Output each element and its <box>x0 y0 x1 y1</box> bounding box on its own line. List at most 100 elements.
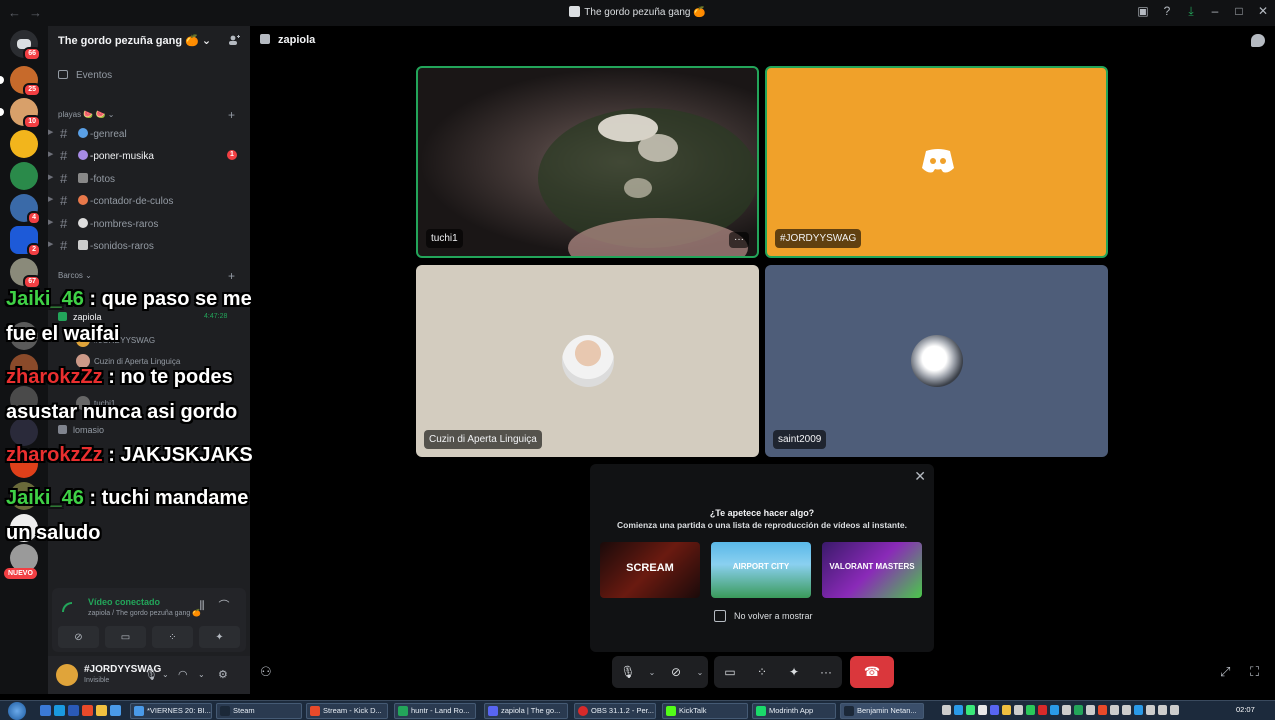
download-icon[interactable]: ⤓ <box>1185 4 1197 18</box>
activities-button[interactable]: ⁘ <box>152 626 193 648</box>
disconnect-icon[interactable]: ⌒ <box>218 600 230 612</box>
clock[interactable]: 02:07 <box>1236 705 1255 714</box>
pinned-app-icon[interactable] <box>96 705 107 716</box>
tray-icon[interactable] <box>1038 705 1047 715</box>
chevron-down-icon[interactable]: ⌄ <box>198 670 205 679</box>
server-icon[interactable]: 67 <box>10 258 41 289</box>
tray-icon[interactable] <box>1050 705 1059 715</box>
server-icon[interactable]: 2 <box>10 226 41 257</box>
invite-icon[interactable] <box>228 34 240 46</box>
tray-icon[interactable] <box>1026 705 1035 715</box>
tray-icon[interactable] <box>1098 705 1107 715</box>
channel-genreal[interactable]: ▶ # -genreal <box>48 123 250 143</box>
tray-icon[interactable] <box>1146 705 1155 715</box>
more-options-button[interactable]: ··· <box>810 656 842 688</box>
server-icon[interactable] <box>10 130 38 158</box>
minimize-button[interactable]: – <box>1209 4 1221 18</box>
noise-suppression-icon[interactable]: ⫼ <box>196 600 208 612</box>
pinned-app-icon[interactable] <box>110 705 121 716</box>
add-channel-icon[interactable]: + <box>228 269 235 283</box>
tray-icon[interactable] <box>1062 705 1071 715</box>
headphones-icon[interactable]: ◠ <box>178 668 188 681</box>
pinned-app-icon[interactable] <box>54 705 65 716</box>
server-icon[interactable]: 25 <box>0 66 41 97</box>
tray-icon[interactable] <box>1122 705 1131 715</box>
tray-icon[interactable] <box>1110 705 1119 715</box>
game-card-scream[interactable]: SCREAM <box>600 542 700 598</box>
voice-channel-lomasio[interactable]: lomasio <box>58 425 104 435</box>
activities-button[interactable]: ⁘ <box>746 656 778 688</box>
soundboard-button[interactable]: ✦ <box>778 656 810 688</box>
channel-sonidos-raros[interactable]: ▶ # -sonidos-raros <box>48 235 250 255</box>
taskbar-app[interactable]: zapiola | The go... <box>484 703 568 719</box>
microphone-icon[interactable]: 🎙 <box>144 668 158 681</box>
fullscreen-icon[interactable]: ⛶ <box>1250 664 1259 680</box>
tray-icon[interactable] <box>1002 705 1011 715</box>
tray-icon[interactable] <box>954 705 963 715</box>
category-header[interactable]: playas 🍉 🍉 ⌄ + <box>58 108 235 122</box>
chevron-down-icon[interactable]: ⌄ <box>162 670 169 679</box>
chevron-down-icon[interactable]: ⌄ <box>692 656 708 688</box>
disconnect-button[interactable]: ☎ <box>850 656 894 688</box>
network-icon[interactable] <box>1170 705 1179 715</box>
taskbar-app[interactable]: OBS 31.1.2 - Per... <box>574 703 656 719</box>
close-button[interactable]: ✕ <box>1257 4 1269 18</box>
avatar[interactable] <box>56 664 78 686</box>
help-icon[interactable]: ? <box>1161 4 1173 18</box>
voice-status[interactable]: Vídeo conectado <box>88 597 160 607</box>
signal-icon[interactable] <box>62 602 72 612</box>
screen-share-button[interactable]: ▭ <box>714 656 746 688</box>
soundboard-button[interactable]: ✦ <box>199 626 240 648</box>
new-badge[interactable]: NUEVO <box>4 568 37 579</box>
category-header[interactable]: Barcos ⌄ + <box>58 269 235 283</box>
guild-header[interactable]: The gordo pezuña gang 🍊 ⌄ <box>48 26 250 54</box>
tray-icon[interactable] <box>966 705 975 715</box>
taskbar-app[interactable]: *VIERNES 20: BI... <box>130 703 212 719</box>
game-card-airport-city[interactable]: AIRPORT CITY <box>711 542 811 598</box>
tray-icon[interactable] <box>1014 705 1023 715</box>
tray-icon[interactable] <box>1074 705 1083 715</box>
taskbar-app[interactable]: huntr - Land Ro... <box>394 703 476 719</box>
camera-off-button[interactable]: ⊘ <box>660 656 692 688</box>
tray-icon[interactable] <box>990 705 999 715</box>
chevron-down-icon[interactable]: ⌄ <box>644 656 660 688</box>
microphone-button[interactable]: 🎙 <box>612 656 644 688</box>
direct-messages-button[interactable]: 66 <box>10 30 41 61</box>
volume-icon[interactable] <box>1158 705 1167 715</box>
add-channel-icon[interactable]: + <box>228 108 235 122</box>
events-link[interactable]: Eventos <box>58 70 112 81</box>
invite-icon[interactable]: ⚇ <box>260 664 272 680</box>
server-icon[interactable]: 4 <box>10 194 41 225</box>
channel-contador-de-culos[interactable]: ▶ # -contador-de-culos <box>48 190 250 210</box>
video-tile[interactable]: tuchi1 ··· <box>416 66 759 258</box>
popout-icon[interactable]: ⤢ <box>1220 664 1230 680</box>
taskbar-app[interactable]: Stream - Kick D... <box>306 703 388 719</box>
server-icon[interactable] <box>10 162 38 190</box>
tray-icon[interactable] <box>1134 705 1143 715</box>
channel-poner-musika[interactable]: ▶ # -poner-musika 1 <box>48 145 250 165</box>
server-icon[interactable]: 10 <box>0 98 41 129</box>
inbox-icon[interactable]: ▣ <box>1137 4 1149 18</box>
taskbar-app[interactable]: Steam <box>216 703 302 719</box>
gear-icon[interactable]: ⚙ <box>218 668 228 681</box>
taskbar-app[interactable]: Benjamin Netan... <box>840 703 924 719</box>
channel-nombres-raros[interactable]: ▶ # -nombres-raros <box>48 213 250 233</box>
pinned-app-icon[interactable] <box>40 705 51 716</box>
close-icon[interactable]: ✕ <box>914 468 926 485</box>
camera-off-button[interactable]: ⊘ <box>58 626 99 648</box>
tray-icon[interactable] <box>942 705 951 715</box>
tray-icon[interactable] <box>1086 705 1095 715</box>
taskbar-app[interactable]: KickTalk <box>662 703 748 719</box>
taskbar-app[interactable]: Modrinth App <box>752 703 836 719</box>
voice-channel-zapiola[interactable]: zapiola 4:47:28 <box>58 312 227 322</box>
participant-tile[interactable]: saint2009 <box>765 265 1108 457</box>
start-button[interactable] <box>8 702 26 720</box>
tray-icon[interactable] <box>978 705 987 715</box>
pinned-app-icon[interactable] <box>68 705 79 716</box>
chat-icon[interactable] <box>1251 34 1265 47</box>
dont-show-checkbox[interactable] <box>714 610 726 622</box>
participant-tile[interactable]: Cuzin di Aperta Linguiça <box>416 265 759 457</box>
pinned-app-icon[interactable] <box>82 705 93 716</box>
participant-tile[interactable]: #JORDYYSWAG <box>765 66 1108 258</box>
screen-share-button[interactable]: ▭ <box>105 626 146 648</box>
